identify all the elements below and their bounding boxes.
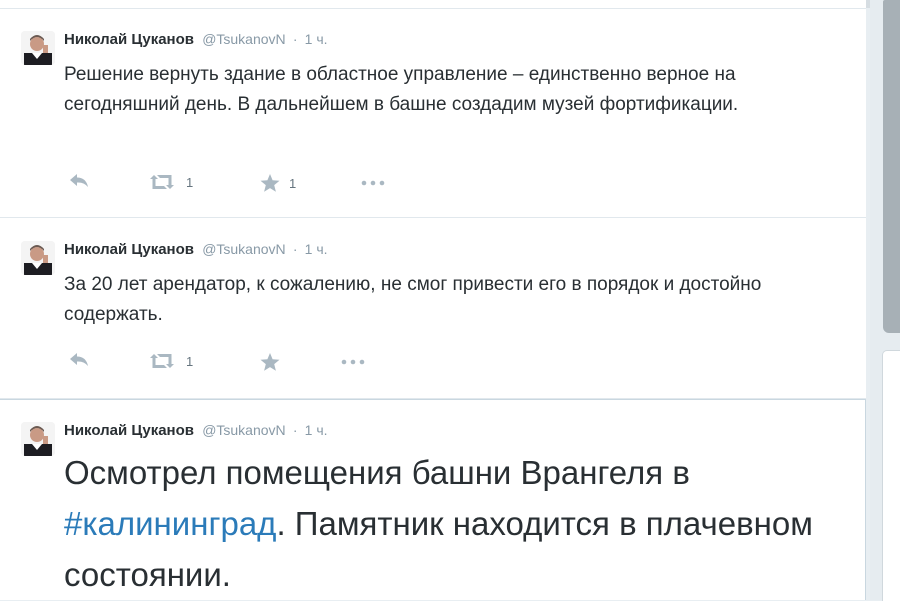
avatar-image bbox=[21, 422, 55, 456]
timestamp[interactable]: 1 ч. bbox=[305, 241, 328, 257]
author-name[interactable]: Николай Цуканов bbox=[64, 241, 194, 258]
tweet[interactable]: Николай Цуканов @TsukanovN · 1 ч. За 20 … bbox=[0, 218, 866, 399]
tweet[interactable]: Николай Цуканов @TsukanovN · 1 ч. Решени… bbox=[0, 8, 866, 218]
tweet-text: Решение вернуть здание в областное управ… bbox=[64, 64, 739, 115]
separator: · bbox=[292, 31, 298, 47]
more-button[interactable] bbox=[360, 179, 390, 187]
reply-button[interactable] bbox=[68, 173, 90, 189]
side-panel bbox=[882, 350, 900, 601]
retweet-count: 1 bbox=[186, 353, 194, 369]
timeline: Николай Цуканов @TsukanovN · 1 ч. Решени… bbox=[0, 0, 866, 600]
favorite-button[interactable] bbox=[259, 352, 281, 372]
favorite-button[interactable]: 1 bbox=[259, 173, 296, 193]
tweet-text: Осмотрел помещения башни Врангеля в #кал… bbox=[64, 447, 854, 600]
avatar-image bbox=[21, 241, 55, 275]
more-icon bbox=[361, 180, 385, 186]
avatar[interactable] bbox=[21, 422, 55, 456]
retweet-button[interactable]: 1 bbox=[146, 173, 193, 191]
author-name[interactable]: Николай Цуканов bbox=[64, 422, 194, 439]
author-name[interactable]: Николай Цуканов bbox=[64, 31, 194, 48]
retweet-button[interactable]: 1 bbox=[146, 352, 193, 370]
tweet-header: Николай Цуканов @TsukanovN · 1 ч. bbox=[64, 422, 328, 439]
retweet-icon bbox=[150, 175, 174, 189]
tweet-expanded[interactable]: Николай Цуканов @TsukanovN · 1 ч. Осмотр… bbox=[0, 399, 866, 600]
hashtag-link[interactable]: #калининград bbox=[64, 505, 276, 542]
reply-icon bbox=[70, 353, 88, 366]
retweet-icon bbox=[150, 354, 174, 368]
favorite-icon bbox=[260, 353, 280, 371]
more-icon bbox=[341, 359, 365, 365]
avatar[interactable] bbox=[21, 241, 55, 275]
author-handle[interactable]: @TsukanovN bbox=[202, 422, 285, 438]
more-button[interactable] bbox=[340, 358, 370, 366]
scrollbar-thumb[interactable] bbox=[883, 0, 900, 333]
favorite-icon bbox=[260, 174, 280, 192]
avatar-image bbox=[21, 31, 55, 65]
tweet-header: Николай Цуканов @TsukanovN · 1 ч. bbox=[64, 241, 328, 258]
avatar[interactable] bbox=[21, 31, 55, 65]
tweet-header: Николай Цуканов @TsukanovN · 1 ч. bbox=[64, 31, 328, 48]
author-handle[interactable]: @TsukanovN bbox=[202, 241, 285, 257]
tweet-text: За 20 лет арендатор, к сожалению, не смо… bbox=[64, 274, 762, 325]
author-handle[interactable]: @TsukanovN bbox=[202, 31, 285, 47]
reply-icon bbox=[70, 174, 88, 187]
timestamp[interactable]: 1 ч. bbox=[305, 422, 328, 438]
tweet-text-part: Осмотрел помещения башни Врангеля в bbox=[64, 454, 690, 491]
timestamp[interactable]: 1 ч. bbox=[305, 31, 328, 47]
separator: · bbox=[292, 422, 298, 438]
reply-button[interactable] bbox=[68, 352, 90, 368]
retweet-count: 1 bbox=[186, 174, 194, 190]
separator: · bbox=[292, 241, 298, 257]
favorite-count: 1 bbox=[289, 175, 297, 191]
